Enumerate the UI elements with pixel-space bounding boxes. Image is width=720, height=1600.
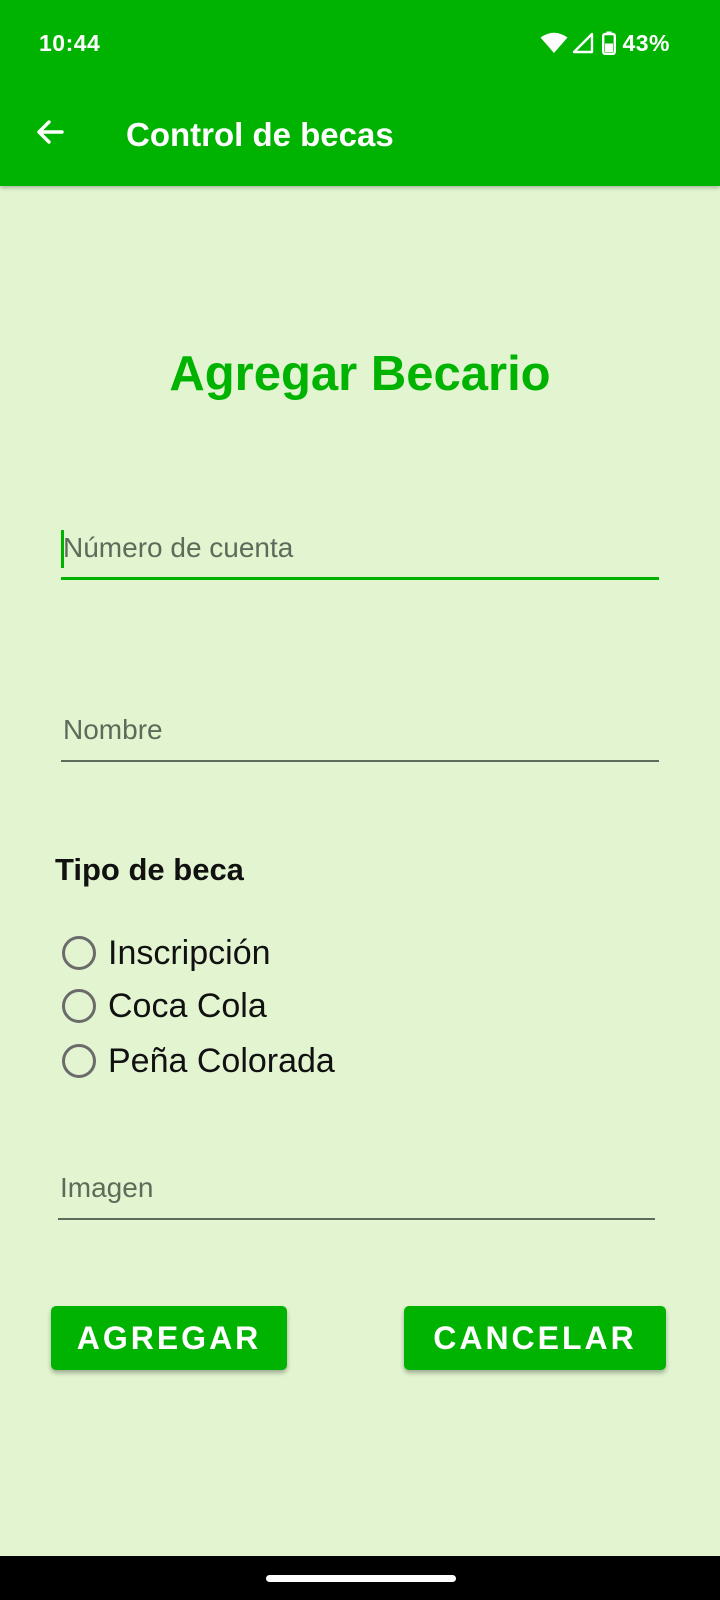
navigation-bar — [0, 1556, 720, 1600]
home-gesture-handle[interactable] — [266, 1575, 456, 1582]
account-number-underline — [61, 577, 659, 580]
app-header: 10:44 43% Control de becas — [0, 0, 720, 186]
cancel-button[interactable]: CANCELAR — [404, 1306, 666, 1370]
battery-percentage: 43% — [622, 29, 670, 56]
page-title: Agregar Becario — [169, 347, 551, 401]
arrow-left-icon — [34, 116, 66, 153]
battery-icon — [602, 31, 617, 55]
status-bar: 10:44 43% — [0, 0, 720, 90]
image-underline — [58, 1218, 655, 1220]
wifi-icon — [540, 32, 568, 54]
radio-button[interactable] — [62, 936, 96, 970]
back-button[interactable] — [28, 112, 72, 156]
radio-label: Coca Cola — [108, 986, 267, 1025]
name-underline — [61, 760, 659, 762]
name-input[interactable] — [61, 702, 659, 758]
radio-option-coca-cola[interactable]: Coca Cola — [62, 981, 267, 1031]
account-number-field[interactable] — [61, 520, 659, 580]
radio-option-inscripcion[interactable]: Inscripción — [62, 928, 271, 978]
radio-button[interactable] — [62, 1044, 96, 1078]
image-input[interactable] — [58, 1160, 655, 1216]
toolbar-title: Control de becas — [126, 116, 394, 153]
status-time: 10:44 — [39, 30, 101, 56]
radio-button[interactable] — [62, 989, 96, 1023]
radio-label: Peña Colorada — [108, 1041, 335, 1080]
radio-option-pena-colorada[interactable]: Peña Colorada — [62, 1036, 335, 1086]
image-field[interactable] — [58, 1160, 655, 1220]
scholarship-type-label: Tipo de beca — [55, 852, 244, 887]
cell-signal-icon — [572, 32, 594, 54]
status-icons: 43% — [540, 28, 670, 58]
radio-label: Inscripción — [108, 933, 271, 972]
add-button[interactable]: AGREGAR — [51, 1306, 287, 1370]
toolbar: Control de becas — [0, 90, 720, 186]
name-field[interactable] — [61, 702, 659, 762]
account-number-input[interactable] — [61, 520, 659, 576]
